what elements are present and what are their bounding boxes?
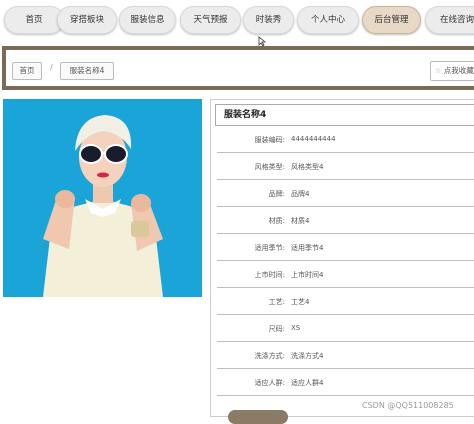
breadcrumb-current: 服装名称4 bbox=[60, 62, 114, 80]
detail-row: 适用季节: 适用季节4 bbox=[217, 234, 474, 261]
field-label: 材质: bbox=[268, 217, 285, 225]
nav-fashion-show[interactable]: 时装秀 bbox=[243, 6, 294, 34]
detail-row: 服装编码: 4444444444 bbox=[217, 126, 474, 153]
field-label: 适应人群: bbox=[254, 379, 285, 387]
favorite-button[interactable]: ☆ 点我收藏 bbox=[430, 61, 474, 81]
watermark: CSDN @QQ511008285 bbox=[362, 401, 454, 410]
detail-row: 适应人群: 适应人群4 bbox=[217, 369, 474, 396]
detail-row: 品牌: 品牌4 bbox=[217, 180, 474, 207]
field-label: 服装编码: bbox=[254, 136, 285, 144]
detail-row: 工艺: 工艺4 bbox=[217, 288, 474, 315]
top-nav: 首页 穿搭板块 服装信息 天气预报 时装秀 个人中心 后台管理 在线咨询 bbox=[0, 0, 474, 42]
detail-row: 上市时间: 上市时间4 bbox=[217, 261, 474, 288]
detail-row: 风格类型: 风格类型4 bbox=[217, 153, 474, 180]
field-value: 材质4 bbox=[291, 217, 310, 225]
field-label: 工艺: bbox=[268, 298, 285, 306]
nav-outfits[interactable]: 穿搭板块 bbox=[57, 6, 117, 34]
field-value: 风格类型4 bbox=[291, 163, 324, 171]
breadcrumb-home[interactable]: 首页 bbox=[12, 62, 42, 80]
detail-panel: 服装名称4 服装编码: 4444444444 风格类型: 风格类型4 品牌: 品… bbox=[210, 99, 474, 417]
field-label: 品牌: bbox=[268, 190, 285, 198]
nav-admin[interactable]: 后台管理 bbox=[362, 6, 421, 34]
field-label: 适用季节: bbox=[254, 244, 285, 252]
field-value: 工艺4 bbox=[291, 298, 310, 306]
field-value: 适用季节4 bbox=[291, 244, 324, 252]
field-value: XS bbox=[291, 324, 301, 332]
detail-row: 洗涤方式: 洗涤方式4 bbox=[217, 342, 474, 369]
field-label: 尺码: bbox=[268, 325, 285, 333]
product-image bbox=[3, 99, 202, 297]
breadcrumb: 首页 / 服装名称4 ☆ 点我收藏 bbox=[2, 46, 474, 90]
field-label: 上市时间: bbox=[254, 271, 285, 279]
field-value: 适应人群4 bbox=[291, 379, 324, 387]
star-icon: ☆ bbox=[435, 66, 442, 75]
mouse-cursor-icon bbox=[258, 36, 267, 46]
field-value: 品牌4 bbox=[291, 190, 310, 198]
detail-title: 服装名称4 bbox=[215, 104, 474, 126]
nav-home[interactable]: 首页 bbox=[4, 6, 64, 34]
field-label: 洗涤方式: bbox=[254, 352, 285, 360]
detail-row: 尺码: XS bbox=[217, 315, 474, 342]
detail-row: 材质: 材质4 bbox=[217, 207, 474, 234]
field-value: 洗涤方式4 bbox=[291, 352, 324, 360]
nav-personal-center[interactable]: 个人中心 bbox=[297, 6, 359, 34]
favorite-label: 点我收藏 bbox=[443, 66, 474, 75]
nav-clothing-info[interactable]: 服装信息 bbox=[119, 6, 176, 34]
nav-online-consult[interactable]: 在线咨询 bbox=[425, 6, 474, 34]
nav-weather[interactable]: 天气预报 bbox=[180, 6, 241, 34]
field-value: 4444444444 bbox=[291, 135, 336, 143]
action-button[interactable] bbox=[228, 410, 288, 424]
breadcrumb-separator: / bbox=[50, 63, 53, 72]
field-value: 上市时间4 bbox=[291, 271, 324, 279]
field-label: 风格类型: bbox=[254, 163, 285, 171]
